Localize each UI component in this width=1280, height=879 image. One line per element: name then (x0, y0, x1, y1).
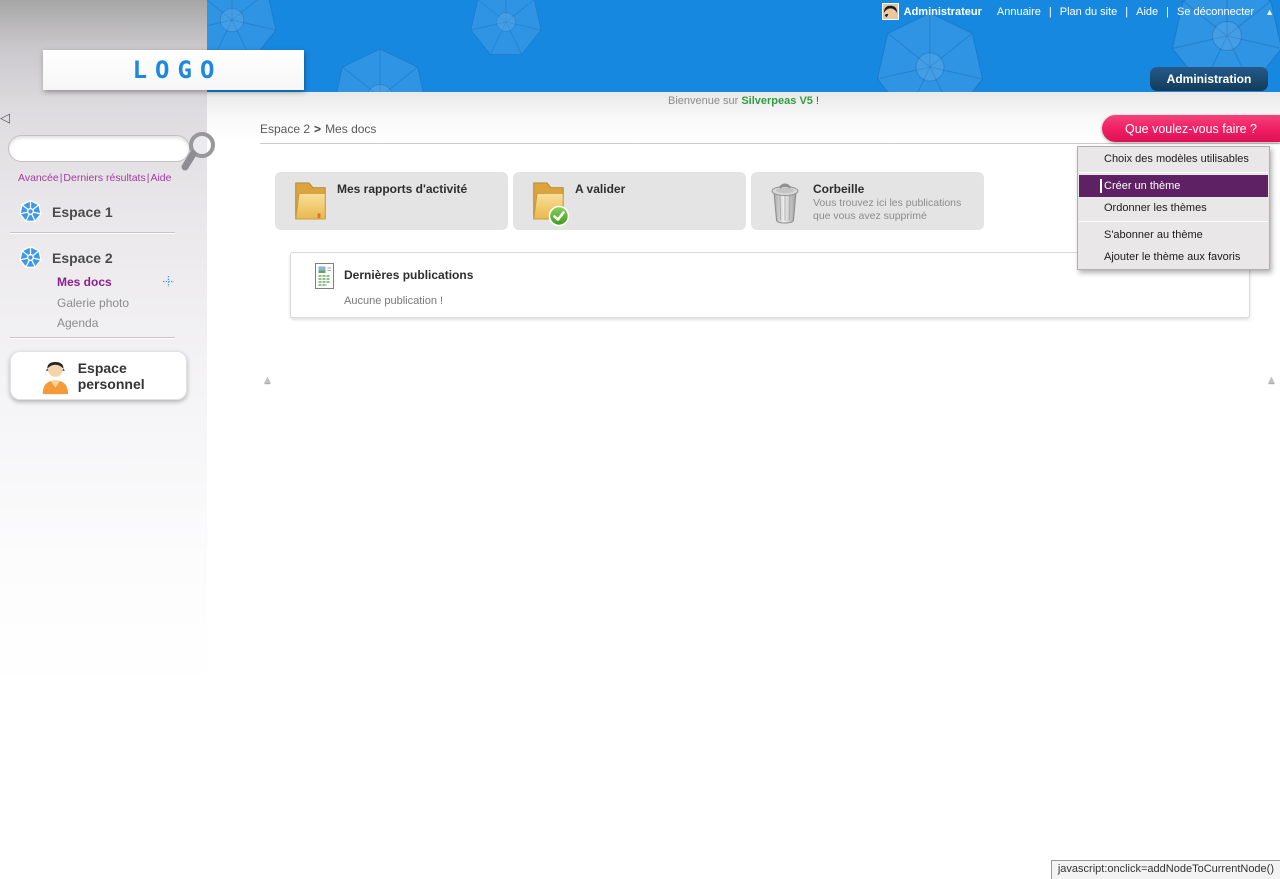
menu-item-sabonner-au-theme[interactable]: S'abonner au thème (1079, 224, 1268, 246)
link-aide-recherche[interactable]: Aide (150, 172, 171, 184)
topbar: Administrateur Annuaire | Plan du site |… (882, 3, 1274, 20)
brand-name: Silverpeas V5 (741, 95, 813, 107)
link-se-deconnecter[interactable]: Se déconnecter (1177, 6, 1254, 18)
main-content: Bienvenue surSilverpeas V5! Espace 2>Mes… (207, 92, 1280, 879)
sidebar-item-agenda[interactable]: Agenda (57, 316, 98, 330)
menu-item-choix-des-modeles[interactable]: Choix des modèles utilisables (1079, 148, 1268, 170)
pinwheel-icon (18, 199, 43, 224)
link-aide[interactable]: Aide (1136, 6, 1158, 18)
username[interactable]: Administrateur (904, 6, 982, 18)
pinwheel-icon (18, 245, 43, 270)
menu-item-ajouter-theme-favoris[interactable]: Ajouter le thème aux favoris (1079, 246, 1268, 268)
search-area (8, 133, 207, 173)
card-a-valider[interactable]: A valider (513, 172, 746, 230)
logo[interactable]: LOGO (43, 50, 304, 90)
header-banner: Administrateur Annuaire | Plan du site |… (207, 0, 1280, 92)
divider (260, 143, 1280, 144)
check-badge-icon (548, 205, 570, 227)
space-label: Espace 2 (52, 250, 113, 266)
menu-item-creer-un-theme[interactable]: Créer un thème (1079, 175, 1268, 197)
search-links: Avancée|Derniers résultats|Aide (18, 172, 171, 184)
sidebar-item-mes-docs[interactable]: Mes docs (57, 275, 112, 289)
action-dropdown-menu: Choix des modèles utilisables Créer un t… (1077, 146, 1270, 270)
link-derniers-resultats[interactable]: Derniers résultats (63, 172, 145, 184)
sidebar-item-espace-1[interactable]: Espace 1 (18, 199, 113, 224)
link-avancee[interactable]: Avancée (18, 172, 59, 184)
breadcrumb-espace-2[interactable]: Espace 2 (260, 122, 310, 136)
logo-text: LOGO (125, 56, 223, 84)
sidebar-collapse-icon[interactable]: ◁ (0, 110, 10, 126)
card-corbeille[interactable]: Corbeille Vous trouvez ici les publicati… (751, 172, 984, 230)
menu-item-ordonner-les-themes[interactable]: Ordonner les thèmes (1079, 197, 1268, 219)
publications-empty-message: Aucune publication ! (344, 295, 443, 307)
search-icon[interactable] (180, 127, 216, 173)
divider (10, 232, 175, 233)
person-icon (40, 356, 71, 396)
card-mes-rapports[interactable]: Mes rapports d'activité (275, 172, 508, 230)
link-annuaire[interactable]: Annuaire (997, 6, 1041, 18)
scroll-top-icon[interactable]: ▲ (1266, 374, 1277, 386)
trash-icon (767, 179, 803, 225)
sidebar-item-espace-2[interactable]: Espace 2 (18, 245, 113, 270)
search-input[interactable] (8, 135, 190, 162)
breadcrumb: Espace 2>Mes docs (260, 122, 376, 136)
personal-space-label: Espace personnel (78, 360, 186, 392)
publications-title: Dernières publications (344, 268, 473, 282)
divider (10, 337, 175, 338)
collapse-topbar-icon[interactable]: ▲ (1265, 7, 1274, 17)
espace-personnel-button[interactable]: Espace personnel (10, 351, 187, 400)
administration-button[interactable]: Administration (1150, 67, 1268, 91)
browser-status-tooltip: javascript:onclick=addNodeToCurrentNode(… (1051, 860, 1280, 879)
folder-cards: Mes rapports d'activité A valider (275, 172, 984, 230)
space-label: Espace 1 (52, 204, 113, 220)
menu-separator (1079, 221, 1268, 222)
scroll-top-icon[interactable]: ▲ (262, 374, 273, 386)
breadcrumb-mes-docs[interactable]: Mes docs (325, 122, 376, 136)
document-icon (315, 263, 334, 289)
welcome-message: Bienvenue surSilverpeas V5! (207, 95, 1280, 107)
folder-icon (291, 179, 329, 223)
move-cross-icon[interactable] (163, 276, 174, 287)
sidebar-item-galerie-photo[interactable]: Galerie photo (57, 296, 129, 310)
user-avatar[interactable] (882, 3, 899, 20)
link-plan-du-site[interactable]: Plan du site (1060, 6, 1117, 18)
menu-separator (1079, 172, 1268, 173)
que-voulez-vous-faire-button[interactable]: Que voulez-vous faire ? (1102, 115, 1280, 142)
sidebar: ◁ Avancée|Derniers résultats|Aide Espace… (0, 0, 207, 879)
text-cursor (1100, 179, 1102, 193)
